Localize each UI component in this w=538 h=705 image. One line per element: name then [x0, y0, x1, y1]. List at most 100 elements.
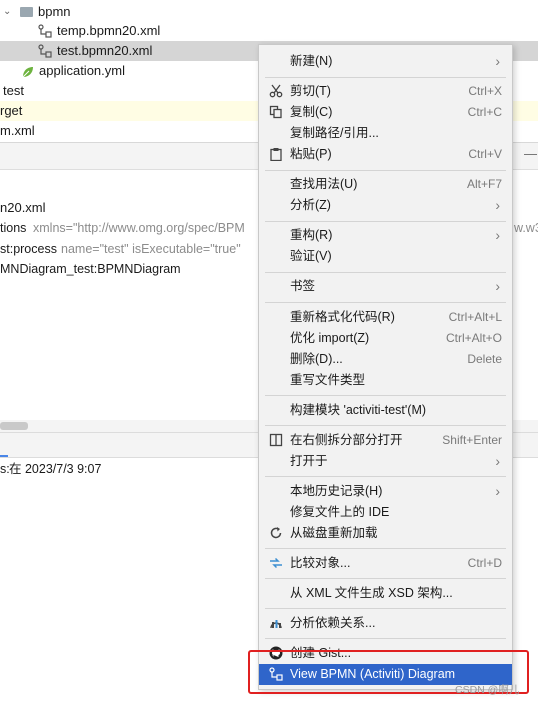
- active-tab-indicator: [0, 455, 8, 457]
- editor-line1-tail: w.w3: [514, 221, 538, 235]
- menu-shortcut: Ctrl+C: [467, 105, 502, 119]
- copy-icon: [269, 105, 283, 119]
- menu-item-refactor[interactable]: 重构(R) ›: [259, 225, 512, 246]
- tree-label-test: test: [3, 83, 24, 98]
- menu-item-local-history[interactable]: 本地历史记录(H) ›: [259, 481, 512, 502]
- menu-item-analyze[interactable]: 分析(Z) ›: [259, 195, 512, 216]
- context-menu: 新建(N) › 剪切(T) Ctrl+X 复制(C) Ctrl+C 复制路径/引…: [258, 44, 513, 690]
- menu-item-repair-ide[interactable]: 修复文件上的 IDE: [259, 502, 512, 523]
- menu-item-open-in[interactable]: 打开于 ›: [259, 451, 512, 472]
- menu-label: 打开于: [290, 454, 328, 468]
- menu-item-find-usages[interactable]: 查找用法(U) Alt+F7: [259, 174, 512, 195]
- menu-label: 修复文件上的 IDE: [290, 505, 390, 519]
- scrollbar-thumb[interactable]: [0, 422, 28, 430]
- menu-label: 构建模块 'activiti-test'(M): [290, 403, 427, 417]
- menu-label: 剪切(T): [290, 84, 331, 98]
- refresh-icon: [269, 526, 283, 540]
- chevron-down-icon[interactable]: ⌄: [3, 2, 11, 22]
- menu-label: 从 XML 文件生成 XSD 架构...: [290, 586, 453, 600]
- minimize-icon[interactable]: —: [524, 146, 537, 161]
- scissors-icon: [269, 84, 283, 98]
- menu-item-new[interactable]: 新建(N) ›: [259, 51, 512, 72]
- dependencies-icon: [269, 616, 283, 630]
- menu-shortcut: Ctrl+Alt+O: [445, 331, 502, 345]
- menu-shortcut: Ctrl+D: [467, 556, 502, 570]
- menu-shortcut: Ctrl+Alt+L: [448, 310, 502, 324]
- folder-icon: [20, 7, 33, 17]
- menu-item-copy-path[interactable]: 复制路径/引用...: [259, 123, 512, 144]
- tree-label-application-yml: application.yml: [39, 63, 125, 78]
- tree-row-bpmn-folder[interactable]: ⌄ bpmn: [0, 2, 538, 22]
- tree-label-pom: m.xml: [0, 123, 35, 138]
- submenu-arrow-icon: ›: [495, 197, 500, 213]
- menu-separator: [265, 638, 506, 639]
- tree-row-temp-bpmn[interactable]: temp.bpmn20.xml: [0, 21, 538, 41]
- menu-item-split-right[interactable]: 在右侧拆分部分打开 Shift+Enter: [259, 430, 512, 451]
- editor-line2-tag: st:process: [0, 242, 57, 256]
- menu-item-reformat[interactable]: 重新格式化代码(R) Ctrl+Alt+L: [259, 307, 512, 328]
- menu-item-bookmarks[interactable]: 书签 ›: [259, 276, 512, 297]
- editor-line1-tag: tions: [0, 221, 27, 235]
- tree-label-bpmn: bpmn: [38, 4, 71, 19]
- menu-label: 比较对象...: [290, 556, 351, 570]
- menu-separator: [265, 548, 506, 549]
- menu-label: 重新格式化代码(R): [290, 310, 395, 324]
- editor-line1-attr: xmlns="http://www.omg.org/spec/BPM: [33, 221, 245, 235]
- commit-date: 在 2023/7/3 9:07: [9, 462, 102, 476]
- menu-label: 重写文件类型: [290, 373, 366, 387]
- menu-shortcut: Delete: [467, 352, 502, 366]
- clipboard-icon: [269, 147, 283, 162]
- menu-item-generate-xsd[interactable]: 从 XML 文件生成 XSD 架构...: [259, 583, 512, 604]
- submenu-arrow-icon: ›: [495, 278, 500, 294]
- menu-separator: [265, 578, 506, 579]
- menu-separator: [265, 77, 506, 78]
- menu-label: 查找用法(U): [290, 177, 358, 191]
- menu-shortcut: Alt+F7: [466, 177, 502, 191]
- menu-label: 复制(C): [290, 105, 333, 119]
- menu-separator: [265, 476, 506, 477]
- menu-label: 从磁盘重新加载: [290, 526, 378, 540]
- bpmn-file-icon: [38, 24, 52, 38]
- menu-label: 优化 import(Z): [290, 331, 370, 345]
- menu-item-compare[interactable]: 比较对象... Ctrl+D: [259, 553, 512, 574]
- menu-item-paste[interactable]: 粘贴(P) Ctrl+V: [259, 144, 512, 165]
- menu-item-build-module[interactable]: 构建模块 'activiti-test'(M): [259, 400, 512, 421]
- menu-label: 重构(R): [290, 228, 333, 242]
- menu-label: 本地历史记录(H): [290, 484, 383, 498]
- menu-separator: [265, 395, 506, 396]
- menu-label: 分析依赖关系...: [290, 616, 376, 630]
- editor-filename-text: n20.xml: [0, 200, 46, 215]
- split-view-icon: [269, 433, 283, 447]
- menu-item-override-file-type[interactable]: 重写文件类型: [259, 370, 512, 391]
- menu-item-optimize-imports[interactable]: 优化 import(Z) Ctrl+Alt+O: [259, 328, 512, 349]
- menu-item-copy[interactable]: 复制(C) Ctrl+C: [259, 102, 512, 123]
- compare-arrows-icon: [269, 556, 283, 570]
- menu-item-reload[interactable]: 从磁盘重新加载: [259, 523, 512, 544]
- menu-shortcut: Ctrl+X: [468, 84, 502, 98]
- menu-separator: [265, 425, 506, 426]
- menu-label: 书签: [290, 279, 316, 293]
- submenu-arrow-icon: ›: [495, 227, 500, 243]
- menu-label: 复制路径/引用...: [290, 126, 379, 140]
- submenu-arrow-icon: ›: [495, 453, 500, 469]
- bpmn-file-icon: [38, 44, 52, 58]
- menu-shortcut: Ctrl+V: [468, 147, 502, 161]
- menu-label: 在右侧拆分部分打开: [290, 433, 403, 447]
- menu-shortcut: Shift+Enter: [442, 433, 502, 447]
- menu-item-analyze-dependencies[interactable]: 分析依赖关系...: [259, 613, 512, 634]
- menu-item-delete[interactable]: 删除(D)... Delete: [259, 349, 512, 370]
- editor-line3-text: MNDiagram_test:BPMNDiagram: [0, 262, 181, 276]
- menu-label: 新建(N): [290, 54, 333, 68]
- menu-item-cut[interactable]: 剪切(T) Ctrl+X: [259, 81, 512, 102]
- menu-separator: [265, 608, 506, 609]
- tree-label-temp-bpmn: temp.bpmn20.xml: [57, 23, 161, 38]
- menu-item-validate[interactable]: 验证(V): [259, 246, 512, 267]
- editor-line2-attr: name="test" isExecutable="true": [61, 242, 241, 256]
- tree-label-test-bpmn: test.bpmn20.xml: [57, 43, 153, 58]
- menu-separator: [265, 221, 506, 222]
- menu-label: 验证(V): [290, 249, 332, 263]
- submenu-arrow-icon: ›: [495, 53, 500, 69]
- tree-label-target: rget: [0, 103, 23, 118]
- menu-label: 粘贴(P): [290, 147, 332, 161]
- menu-separator: [265, 170, 506, 171]
